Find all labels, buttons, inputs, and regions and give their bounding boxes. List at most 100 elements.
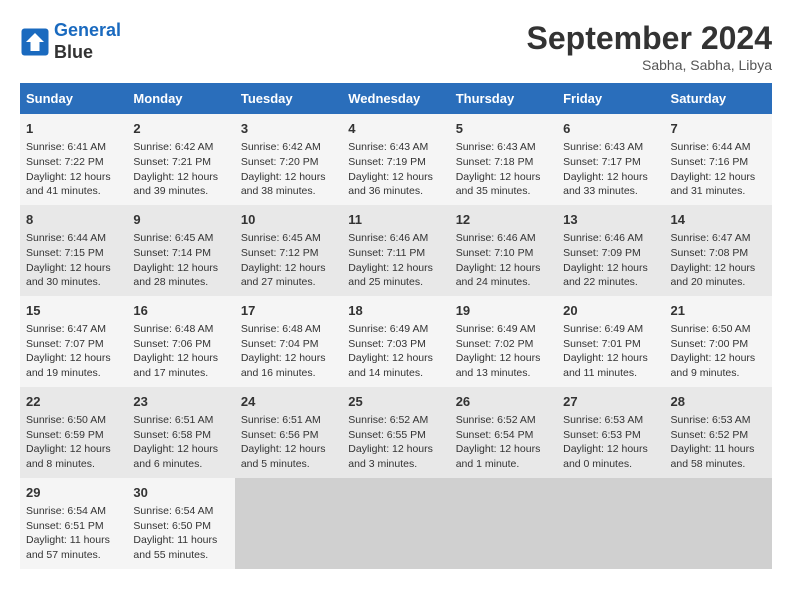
- calendar-cell: [342, 478, 449, 569]
- day-number: 15: [26, 302, 121, 320]
- day-number: 4: [348, 120, 443, 138]
- day-number: 21: [671, 302, 766, 320]
- day-number: 20: [563, 302, 658, 320]
- location: Sabha, Sabha, Libya: [527, 57, 772, 73]
- month-title: September 2024: [527, 20, 772, 57]
- calendar-cell: 5Sunrise: 6:43 AMSunset: 7:18 PMDaylight…: [450, 114, 557, 205]
- day-info: Sunrise: 6:52 AMSunset: 6:54 PMDaylight:…: [456, 413, 551, 472]
- day-info: Sunrise: 6:52 AMSunset: 6:55 PMDaylight:…: [348, 413, 443, 472]
- day-number: 19: [456, 302, 551, 320]
- calendar-cell: 8 Sunrise: 6:44 AMSunset: 7:15 PMDaylight…: [20, 205, 127, 296]
- day-number: 12: [456, 211, 551, 229]
- day-number: 28: [671, 393, 766, 411]
- day-number: 27: [563, 393, 658, 411]
- calendar-cell: 2 Sunrise: 6:42 AMSunset: 7:21 PMDaylight…: [127, 114, 234, 205]
- calendar-cell: [557, 478, 664, 569]
- day-info: Sunrise: 6:44 AMSunset: 7:16 PMDaylight:…: [671, 140, 766, 199]
- day-info: Sunrise: 6:47 AMSunset: 7:07 PMDaylight:…: [26, 322, 121, 381]
- calendar-cell: 12 Sunrise: 6:46 AMSunset: 7:10 PMDayligh…: [450, 205, 557, 296]
- day-number: 18: [348, 302, 443, 320]
- day-info: Sunrise: 6:49 AMSunset: 7:03 PMDaylight:…: [348, 322, 443, 381]
- calendar-cell: 7Sunrise: 6:44 AMSunset: 7:16 PMDaylight…: [665, 114, 772, 205]
- day-number: 23: [133, 393, 228, 411]
- day-number: 29: [26, 484, 121, 502]
- calendar-cell: [665, 478, 772, 569]
- calendar-cell: 17Sunrise: 6:48 AMSunset: 7:04 PMDayligh…: [235, 296, 342, 387]
- calendar-cell: 9Sunrise: 6:45 AMSunset: 7:14 PMDaylight…: [127, 205, 234, 296]
- calendar-cell: 28 Sunrise: 6:53 AMSunset: 6:52 PMDayligh…: [665, 387, 772, 478]
- day-info: Sunrise: 6:51 AMSunset: 6:56 PMDaylight:…: [241, 413, 336, 472]
- calendar-cell: 16 Sunrise: 6:48 AMSunset: 7:06 PMDayligh…: [127, 296, 234, 387]
- col-header-sunday: Sunday: [20, 83, 127, 114]
- logo-text: General Blue: [54, 20, 121, 63]
- col-header-wednesday: Wednesday: [342, 83, 449, 114]
- calendar-cell: 4Sunrise: 6:43 AMSunset: 7:19 PMDaylight…: [342, 114, 449, 205]
- day-info: Sunrise: 6:41 AMSunset: 7:22 PMDaylight:…: [26, 140, 121, 199]
- calendar-cell: [450, 478, 557, 569]
- calendar-cell: 11 Sunrise: 6:46 AMSunset: 7:11 PMDayligh…: [342, 205, 449, 296]
- day-number: 16: [133, 302, 228, 320]
- calendar-cell: 26 Sunrise: 6:52 AMSunset: 6:54 PMDayligh…: [450, 387, 557, 478]
- col-header-tuesday: Tuesday: [235, 83, 342, 114]
- calendar-cell: 10 Sunrise: 6:45 AMSunset: 7:12 PMDayligh…: [235, 205, 342, 296]
- day-info: Sunrise: 6:48 AMSunset: 7:06 PMDaylight:…: [133, 322, 228, 381]
- day-number: 5: [456, 120, 551, 138]
- day-info: Sunrise: 6:50 AMSunset: 6:59 PMDaylight:…: [26, 413, 121, 472]
- calendar-cell: 6Sunrise: 6:43 AMSunset: 7:17 PMDaylight…: [557, 114, 664, 205]
- day-info: Sunrise: 6:53 AMSunset: 6:52 PMDaylight:…: [671, 413, 766, 472]
- day-info: Sunrise: 6:45 AMSunset: 7:12 PMDaylight:…: [241, 231, 336, 290]
- calendar-table: SundayMondayTuesdayWednesdayThursdayFrid…: [20, 83, 772, 569]
- calendar-cell: 19 Sunrise: 6:49 AMSunset: 7:02 PMDayligh…: [450, 296, 557, 387]
- day-number: 22: [26, 393, 121, 411]
- calendar-cell: 30Sunrise: 6:54 AMSunset: 6:50 PMDayligh…: [127, 478, 234, 569]
- day-number: 2: [133, 120, 228, 138]
- day-number: 10: [241, 211, 336, 229]
- day-info: Sunrise: 6:44 AMSunset: 7:15 PMDaylight:…: [26, 231, 121, 290]
- day-info: Sunrise: 6:42 AMSunset: 7:20 PMDaylight:…: [241, 140, 336, 199]
- logo: General Blue: [20, 20, 121, 63]
- day-info: Sunrise: 6:50 AMSunset: 7:00 PMDaylight:…: [671, 322, 766, 381]
- day-info: Sunrise: 6:49 AMSunset: 7:02 PMDaylight:…: [456, 322, 551, 381]
- day-number: 30: [133, 484, 228, 502]
- day-info: Sunrise: 6:53 AMSunset: 6:53 PMDaylight:…: [563, 413, 658, 472]
- calendar-cell: 18 Sunrise: 6:49 AMSunset: 7:03 PMDayligh…: [342, 296, 449, 387]
- col-header-thursday: Thursday: [450, 83, 557, 114]
- day-number: 26: [456, 393, 551, 411]
- calendar-cell: 15 Sunrise: 6:47 AMSunset: 7:07 PMDayligh…: [20, 296, 127, 387]
- day-number: 1: [26, 120, 121, 138]
- calendar-cell: 20Sunrise: 6:49 AMSunset: 7:01 PMDayligh…: [557, 296, 664, 387]
- day-info: Sunrise: 6:42 AMSunset: 7:21 PMDaylight:…: [133, 140, 228, 199]
- col-header-saturday: Saturday: [665, 83, 772, 114]
- day-number: 11: [348, 211, 443, 229]
- day-number: 13: [563, 211, 658, 229]
- calendar-cell: 1 Sunrise: 6:41 AMSunset: 7:22 PMDaylight…: [20, 114, 127, 205]
- calendar-cell: 22 Sunrise: 6:50 AMSunset: 6:59 PMDayligh…: [20, 387, 127, 478]
- day-number: 25: [348, 393, 443, 411]
- title-area: September 2024 Sabha, Sabha, Libya: [527, 20, 772, 73]
- day-info: Sunrise: 6:48 AMSunset: 7:04 PMDaylight:…: [241, 322, 336, 381]
- day-info: Sunrise: 6:46 AMSunset: 7:09 PMDaylight:…: [563, 231, 658, 290]
- page-header: General Blue September 2024 Sabha, Sabha…: [20, 20, 772, 73]
- day-number: 8: [26, 211, 121, 229]
- calendar-body: 1 Sunrise: 6:41 AMSunset: 7:22 PMDaylight…: [20, 114, 772, 569]
- logo-icon: [20, 27, 50, 57]
- day-info: Sunrise: 6:51 AMSunset: 6:58 PMDaylight:…: [133, 413, 228, 472]
- day-info: Sunrise: 6:54 AMSunset: 6:51 PMDaylight:…: [26, 504, 121, 563]
- calendar-cell: 13 Sunrise: 6:46 AMSunset: 7:09 PMDayligh…: [557, 205, 664, 296]
- calendar-cell: 24 Sunrise: 6:51 AMSunset: 6:56 PMDayligh…: [235, 387, 342, 478]
- day-info: Sunrise: 6:46 AMSunset: 7:10 PMDaylight:…: [456, 231, 551, 290]
- day-number: 24: [241, 393, 336, 411]
- calendar-cell: 25 Sunrise: 6:52 AMSunset: 6:55 PMDayligh…: [342, 387, 449, 478]
- day-info: Sunrise: 6:47 AMSunset: 7:08 PMDaylight:…: [671, 231, 766, 290]
- calendar-cell: 14Sunrise: 6:47 AMSunset: 7:08 PMDayligh…: [665, 205, 772, 296]
- calendar-cell: 21 Sunrise: 6:50 AMSunset: 7:00 PMDayligh…: [665, 296, 772, 387]
- calendar-cell: 3Sunrise: 6:42 AMSunset: 7:20 PMDaylight…: [235, 114, 342, 205]
- calendar-cell: 27 Sunrise: 6:53 AMSunset: 6:53 PMDayligh…: [557, 387, 664, 478]
- day-number: 9: [133, 211, 228, 229]
- day-number: 6: [563, 120, 658, 138]
- calendar-cell: [235, 478, 342, 569]
- col-header-monday: Monday: [127, 83, 234, 114]
- col-header-friday: Friday: [557, 83, 664, 114]
- calendar-cell: 23 Sunrise: 6:51 AMSunset: 6:58 PMDayligh…: [127, 387, 234, 478]
- day-info: Sunrise: 6:46 AMSunset: 7:11 PMDaylight:…: [348, 231, 443, 290]
